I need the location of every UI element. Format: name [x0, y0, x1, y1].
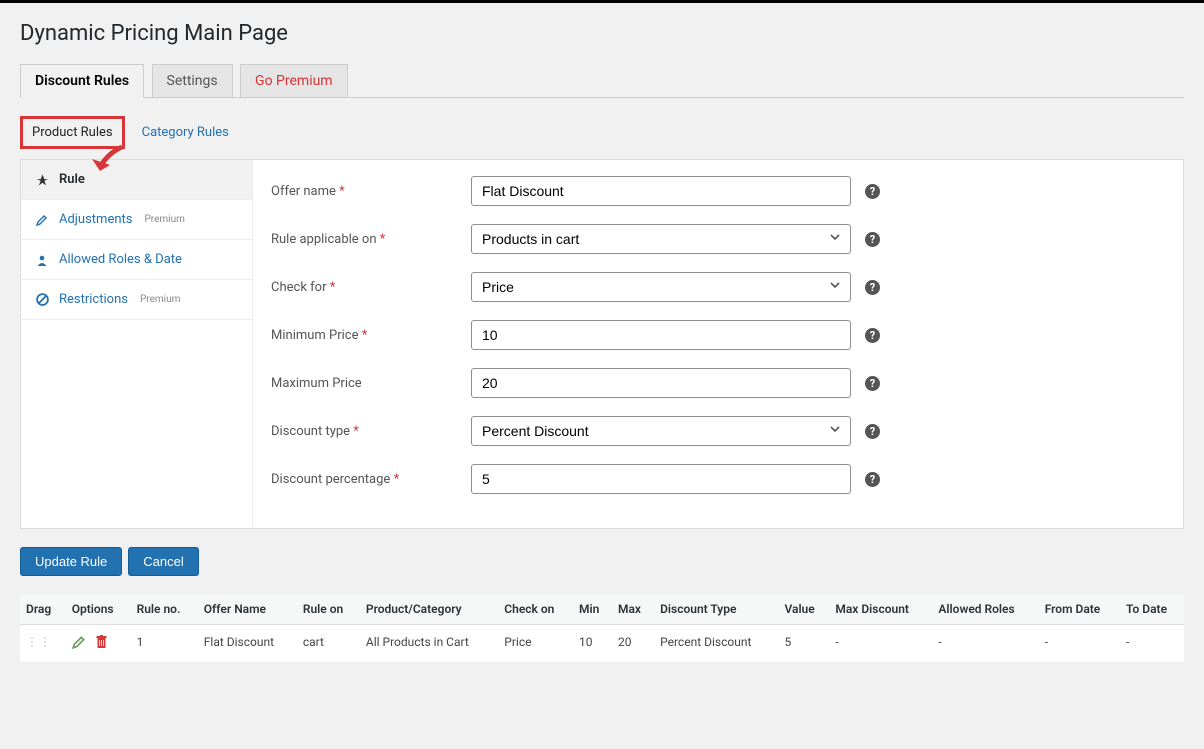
cell-max: 20 — [612, 625, 654, 663]
col-offer-name: Offer Name — [198, 594, 297, 625]
col-check-on: Check on — [498, 594, 573, 625]
cell-offer-name: Flat Discount — [198, 625, 297, 663]
col-value: Value — [778, 594, 829, 625]
offer-name-label: Offer name * — [271, 184, 471, 199]
help-icon[interactable]: ? — [865, 376, 880, 391]
help-icon[interactable]: ? — [865, 232, 880, 247]
pin-icon — [35, 174, 49, 186]
rule-panel: Rule Adjustments Premium Allowed Roles &… — [20, 159, 1184, 529]
cancel-button[interactable]: Cancel — [128, 547, 198, 576]
help-icon[interactable]: ? — [865, 184, 880, 199]
rule-applicable-select[interactable] — [471, 224, 851, 254]
rule-applicable-label: Rule applicable on * — [271, 232, 471, 247]
side-menu: Rule Adjustments Premium Allowed Roles &… — [21, 160, 253, 528]
rules-table: Drag Options Rule no. Offer Name Rule on… — [20, 594, 1184, 663]
update-rule-button[interactable]: Update Rule — [20, 547, 122, 576]
col-from-date: From Date — [1039, 594, 1120, 625]
col-product-category: Product/Category — [360, 594, 498, 625]
col-max-discount: Max Discount — [829, 594, 932, 625]
col-to-date: To Date — [1120, 594, 1184, 625]
sidemenu-allowed-roles-date-label: Allowed Roles & Date — [59, 252, 182, 267]
sidemenu-rule-label: Rule — [59, 172, 85, 187]
col-drag: Drag — [20, 594, 66, 625]
cell-to-date: - — [1120, 625, 1184, 663]
tab-go-premium[interactable]: Go Premium — [240, 64, 348, 97]
help-icon[interactable]: ? — [865, 280, 880, 295]
minimum-price-input[interactable] — [471, 320, 851, 350]
col-rule-on: Rule on — [297, 594, 360, 625]
cell-value: 5 — [778, 625, 829, 663]
help-icon[interactable]: ? — [865, 424, 880, 439]
cell-check-on: Price — [498, 625, 573, 663]
sub-tabs: Product Rules Category Rules — [20, 116, 1184, 149]
premium-badge: Premium — [140, 294, 180, 305]
cell-rule-on: cart — [297, 625, 360, 663]
help-icon[interactable]: ? — [865, 472, 880, 487]
sidemenu-restrictions-label: Restrictions — [59, 292, 128, 307]
col-options: Options — [66, 594, 131, 625]
check-for-select[interactable] — [471, 272, 851, 302]
sidemenu-adjustments[interactable]: Adjustments Premium — [21, 200, 252, 240]
discount-percentage-label: Discount percentage * — [271, 472, 471, 487]
minimum-price-label: Minimum Price * — [271, 328, 471, 343]
edit-icon[interactable] — [72, 638, 89, 652]
maximum-price-label: Maximum Price — [271, 376, 471, 391]
pencil-icon — [35, 214, 49, 226]
check-for-label: Check for * — [271, 280, 471, 295]
col-allowed-roles: Allowed Roles — [932, 594, 1038, 625]
page-title: Dynamic Pricing Main Page — [20, 21, 1184, 46]
tab-discount-rules[interactable]: Discount Rules — [20, 64, 144, 98]
drag-handle-icon[interactable]: ⋮⋮ — [26, 635, 52, 649]
sidemenu-allowed-roles-date[interactable]: Allowed Roles & Date — [21, 240, 252, 280]
col-discount-type: Discount Type — [654, 594, 778, 625]
tab-settings[interactable]: Settings — [152, 64, 233, 97]
cell-min: 10 — [573, 625, 612, 663]
offer-name-input[interactable] — [471, 176, 851, 206]
help-icon[interactable]: ? — [865, 328, 880, 343]
premium-badge: Premium — [145, 214, 185, 225]
cell-allowed-roles: - — [932, 625, 1038, 663]
user-icon — [35, 254, 49, 266]
main-tabs: Discount Rules Settings Go Premium — [20, 64, 1184, 98]
table-row: ⋮⋮ 1 Flat Discount cart All Products in … — [20, 625, 1184, 663]
maximum-price-input[interactable] — [471, 368, 851, 398]
cell-from-date: - — [1039, 625, 1120, 663]
cell-rule-no: 1 — [131, 625, 198, 663]
form-actions: Update Rule Cancel — [20, 547, 1184, 576]
sidemenu-restrictions[interactable]: Restrictions Premium — [21, 280, 252, 320]
rule-form: Offer name * ? Rule applicable on * ? — [253, 160, 1183, 528]
ban-icon — [35, 293, 49, 306]
discount-type-select[interactable] — [471, 416, 851, 446]
sidemenu-rule[interactable]: Rule — [21, 160, 252, 200]
sidemenu-adjustments-label: Adjustments — [59, 212, 133, 227]
discount-percentage-input[interactable] — [471, 464, 851, 494]
cell-max-discount: - — [829, 625, 932, 663]
cell-product-category: All Products in Cart — [360, 625, 498, 663]
cell-discount-type: Percent Discount — [654, 625, 778, 663]
trash-icon[interactable] — [95, 638, 108, 652]
col-min: Min — [573, 594, 612, 625]
col-max: Max — [612, 594, 654, 625]
col-rule-no: Rule no. — [131, 594, 198, 625]
subtab-category-rules[interactable]: Category Rules — [133, 119, 238, 146]
discount-type-label: Discount type * — [271, 424, 471, 439]
subtab-product-rules[interactable]: Product Rules — [20, 116, 125, 149]
